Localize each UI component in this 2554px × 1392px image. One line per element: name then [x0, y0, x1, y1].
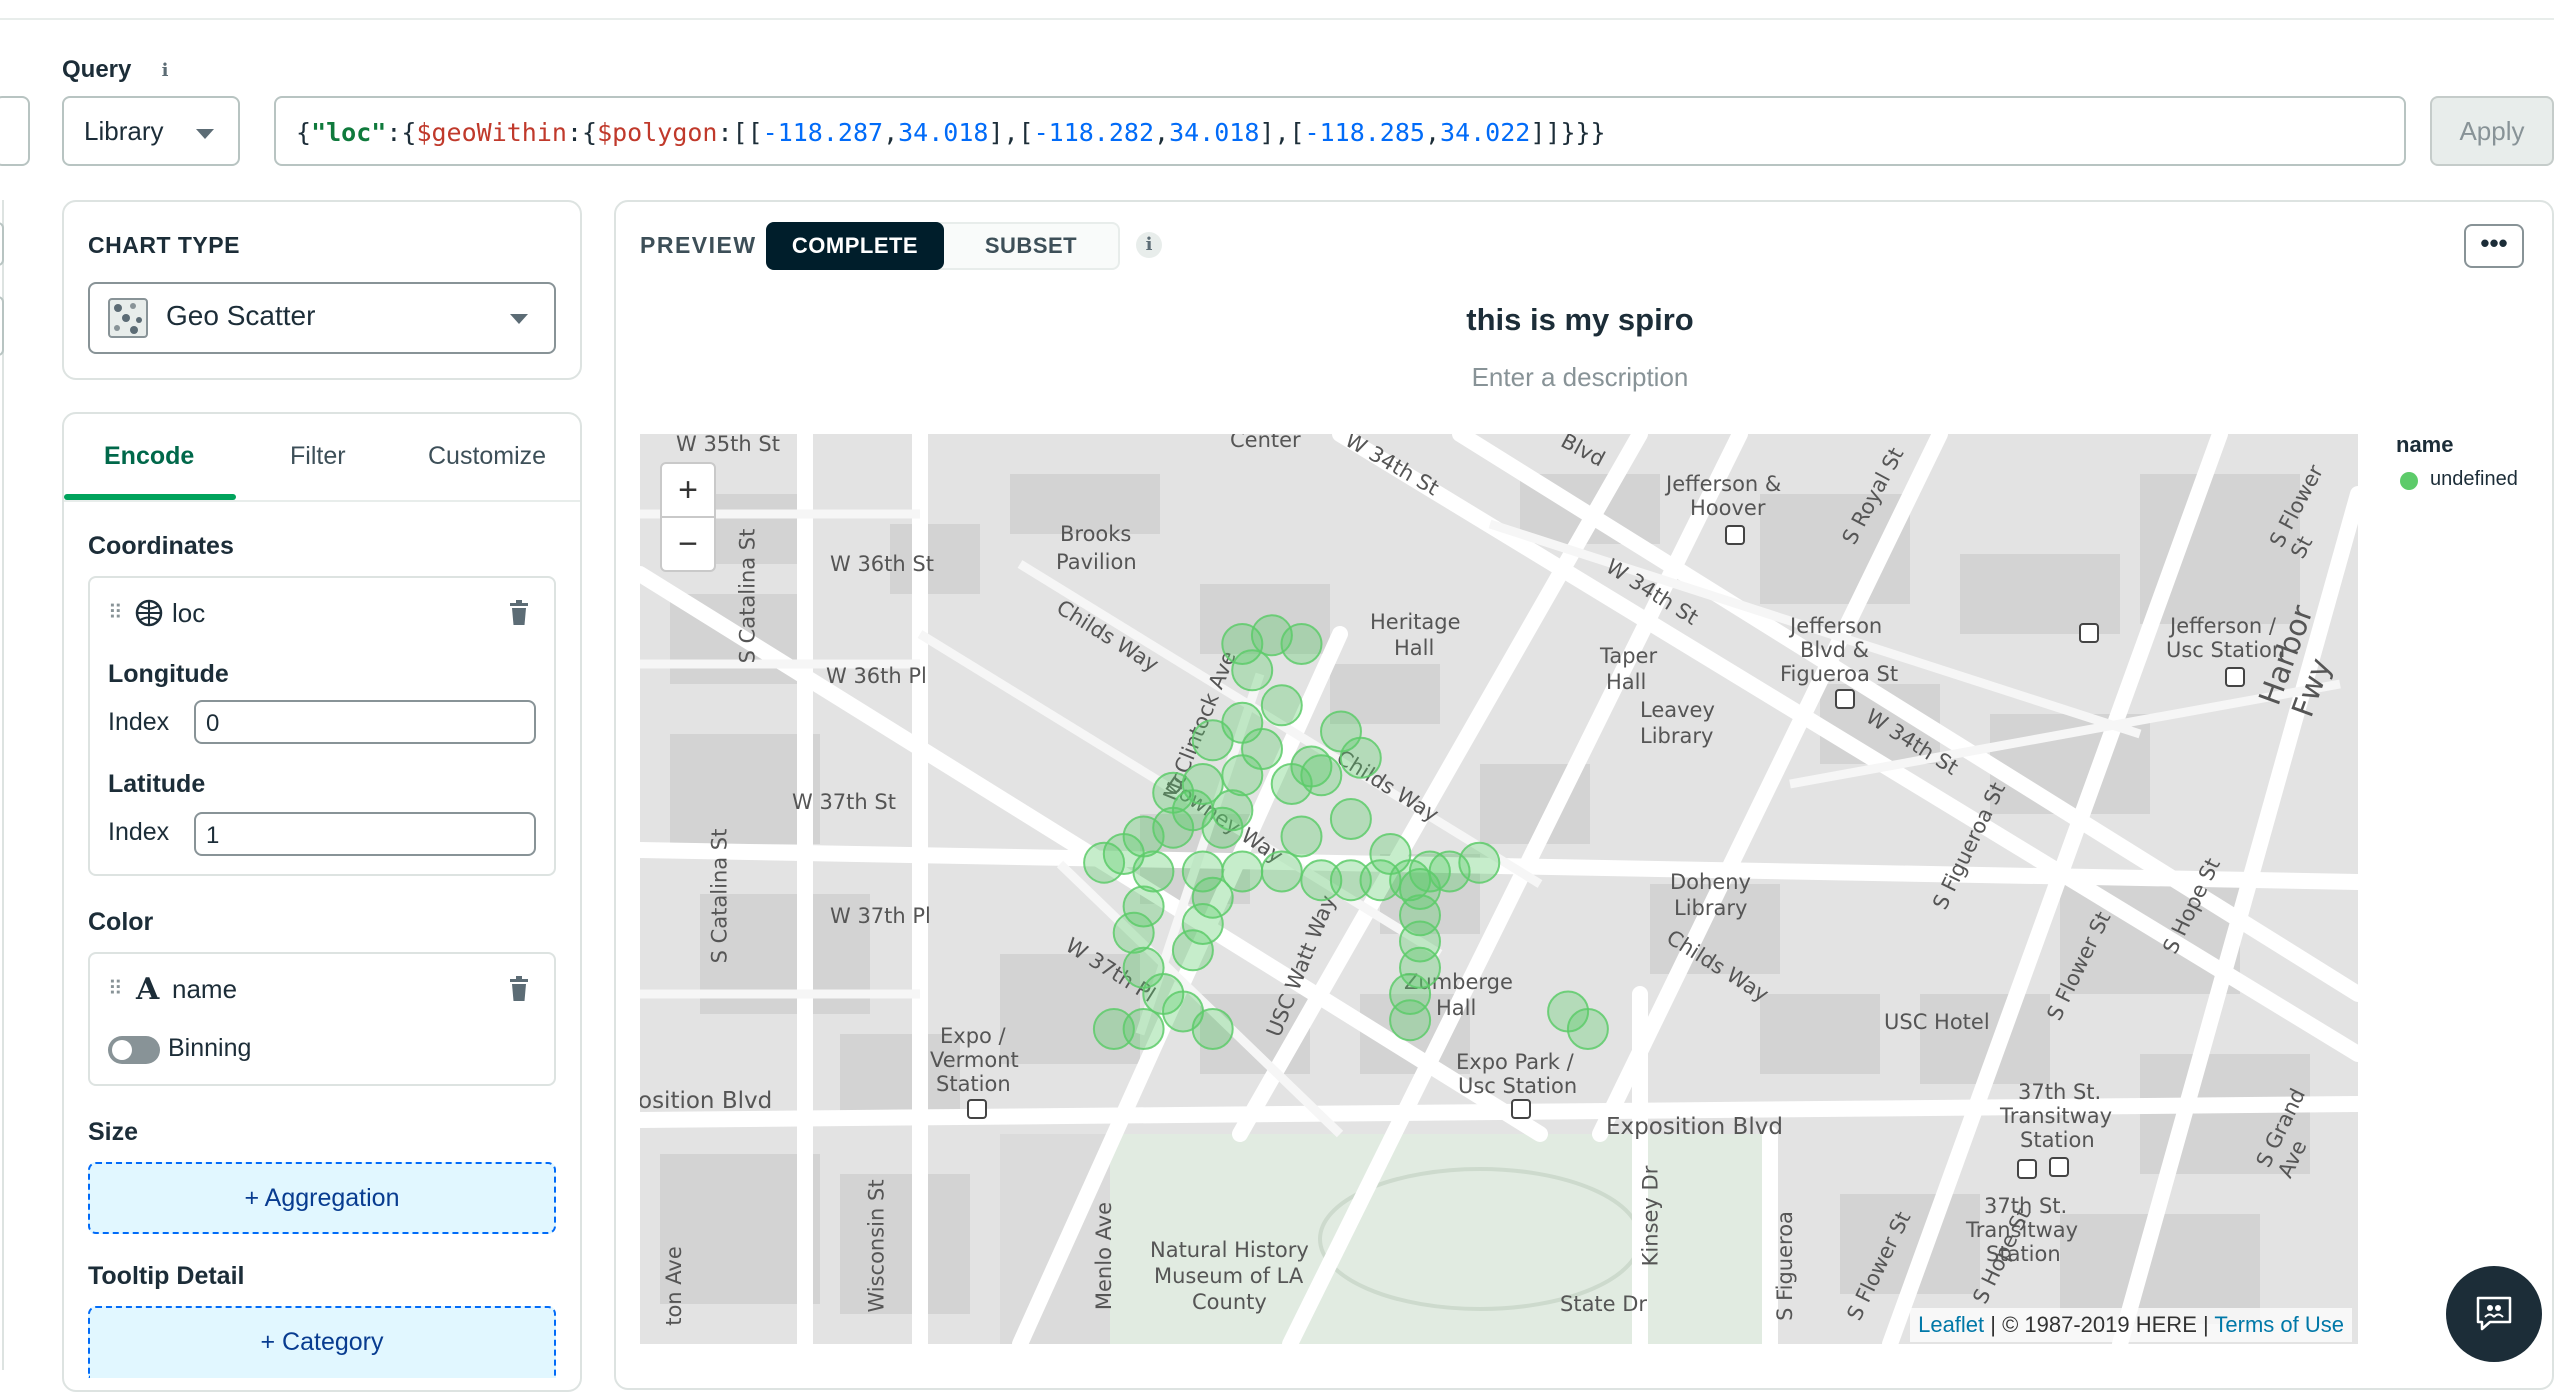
attribution-text: | © 1987-2019 HERE |: [1984, 1312, 2215, 1337]
scatter-point[interactable]: [1458, 841, 1501, 884]
chat-support-button[interactable]: [2446, 1266, 2542, 1362]
binning-toggle-knob: [112, 1040, 132, 1060]
scatter-point[interactable]: [1260, 684, 1303, 727]
left-sidebar-control[interactable]: [0, 222, 4, 266]
terms-of-use-link[interactable]: Terms of Use: [2214, 1312, 2344, 1337]
longitude-index-input[interactable]: 0: [194, 700, 536, 744]
legend-swatch: [2400, 472, 2418, 490]
scatter-point[interactable]: [1566, 1008, 1609, 1050]
scatter-point[interactable]: [1339, 736, 1382, 779]
scatter-point[interactable]: [1211, 789, 1254, 832]
scatter-point[interactable]: [1162, 990, 1204, 1033]
tab-customize[interactable]: Customize: [428, 442, 546, 471]
apply-button[interactable]: Apply: [2430, 96, 2554, 166]
active-tab-indicator: [64, 494, 236, 500]
scatter-point[interactable]: [1083, 841, 1126, 884]
map-view[interactable]: W 35th St Center W 34th St Blvd Jefferso…: [640, 434, 2358, 1344]
chart-description-placeholder[interactable]: Enter a description: [1300, 362, 1860, 393]
coordinates-field-name: loc: [172, 598, 206, 628]
scatter-point[interactable]: [1389, 999, 1432, 1042]
geo-field-icon: [135, 599, 163, 627]
more-options-button[interactable]: •••: [2464, 224, 2524, 268]
drag-handle-icon[interactable]: ⠿: [108, 976, 123, 1001]
add-category-button[interactable]: + Category: [88, 1306, 556, 1378]
binning-label: Binning: [168, 1034, 252, 1062]
geo-scatter-icon: [108, 298, 148, 338]
collection-select-value: Library: [84, 116, 164, 146]
chart-title[interactable]: this is my spiro: [1300, 302, 1860, 338]
top-divider: [0, 18, 2554, 20]
longitude-index-label: Index: [108, 708, 170, 736]
drag-handle-icon[interactable]: ⠿: [108, 600, 123, 625]
query-info-icon[interactable]: i: [152, 58, 178, 84]
scatter-point[interactable]: [1280, 815, 1323, 858]
scatter-point[interactable]: [1171, 929, 1214, 972]
segment-complete[interactable]: COMPLETE: [766, 222, 944, 270]
chat-icon: [2476, 1296, 2512, 1331]
coordinates-title: Coordinates: [88, 532, 234, 560]
query-filter-input[interactable]: {"loc":{$geoWithin:{$polygon:[[-118.287,…: [274, 96, 2406, 166]
color-field-name: name: [172, 974, 238, 1004]
chevron-down-icon: [510, 314, 528, 324]
scatter-point[interactable]: [1280, 623, 1323, 665]
chart-type-value: Geo Scatter: [166, 300, 316, 331]
scatter-point[interactable]: [1092, 1008, 1135, 1050]
scatter-point[interactable]: [1132, 850, 1175, 893]
preview-info-icon[interactable]: i: [1136, 232, 1162, 258]
tab-filter[interactable]: Filter: [290, 442, 346, 471]
segment-subset[interactable]: SUBSET: [944, 222, 1118, 270]
map-attribution: Leaflet | © 1987-2019 HERE | Terms of Us…: [1910, 1308, 2352, 1342]
scatter-layer[interactable]: [640, 434, 2358, 1344]
left-collapsed-control[interactable]: [0, 96, 30, 166]
legend-title: name: [2396, 432, 2454, 457]
left-sidebar-edge: [0, 200, 4, 1370]
preview-label: PREVIEW: [640, 232, 757, 258]
collection-select[interactable]: Library: [62, 96, 240, 166]
zoom-out-button[interactable]: −: [660, 516, 716, 572]
chart-type-title: CHART TYPE: [88, 232, 240, 258]
scatter-point[interactable]: [1369, 833, 1412, 875]
left-sidebar-control[interactable]: [0, 296, 4, 356]
tab-divider: [64, 500, 580, 502]
latitude-index-input[interactable]: 1: [194, 812, 536, 856]
longitude-label: Longitude: [108, 660, 229, 688]
scatter-point[interactable]: [1260, 850, 1303, 893]
chevron-down-icon: [196, 129, 214, 139]
string-field-icon: A: [136, 972, 160, 1007]
trash-icon[interactable]: [508, 600, 530, 626]
leaflet-link[interactable]: Leaflet: [1918, 1312, 1984, 1337]
scatter-point[interactable]: [1329, 798, 1372, 840]
legend-item-label[interactable]: undefined: [2430, 468, 2518, 491]
query-label: Query: [62, 56, 132, 83]
add-aggregation-button[interactable]: + Aggregation: [88, 1162, 556, 1234]
latitude-index-label: Index: [108, 818, 170, 846]
trash-icon[interactable]: [508, 976, 530, 1002]
scatter-point[interactable]: [1191, 719, 1234, 762]
size-title: Size: [88, 1118, 139, 1146]
scatter-point[interactable]: [1231, 649, 1274, 692]
scatter-point[interactable]: [1221, 754, 1264, 797]
latitude-label: Latitude: [108, 770, 206, 798]
scatter-point[interactable]: [1112, 911, 1155, 954]
scatter-point[interactable]: [1270, 763, 1313, 805]
chart-type-select[interactable]: [88, 282, 556, 354]
tab-encode[interactable]: Encode: [104, 442, 194, 471]
color-title: Color: [88, 908, 154, 936]
tooltip-detail-title: Tooltip Detail: [88, 1262, 245, 1290]
zoom-in-button[interactable]: +: [660, 462, 716, 518]
